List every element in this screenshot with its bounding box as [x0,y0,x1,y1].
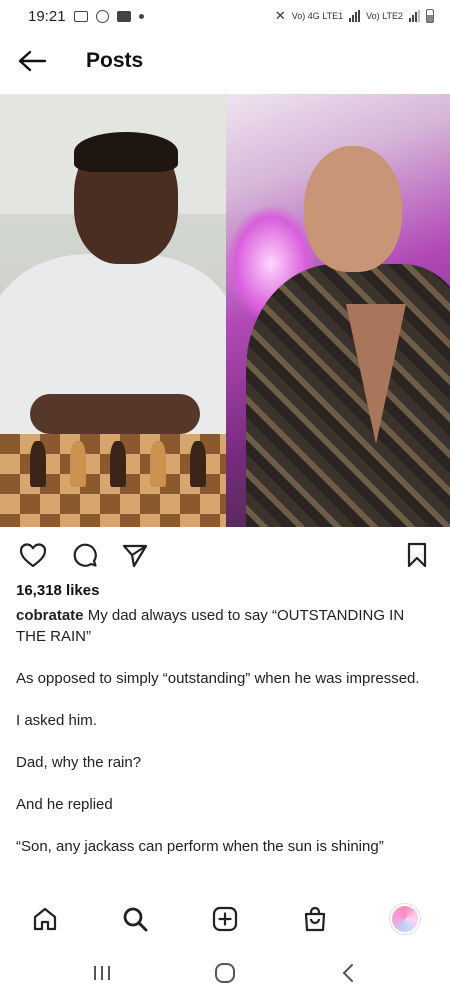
caption-paragraph: And he replied [16,796,113,813]
signal-2-icon [409,10,420,22]
plus-square-icon [212,906,238,932]
comment-icon [73,543,97,567]
chevron-left-icon [342,964,354,982]
back-button[interactable] [2,38,62,84]
message-icon [116,10,131,22]
chess-piece [70,441,86,487]
like-button[interactable] [18,540,48,570]
chess-piece [190,441,206,487]
recents-icon [93,966,110,980]
save-button[interactable] [402,540,432,570]
mute-icon: ✕ [274,8,286,23]
photo-face [304,146,402,272]
post-image-right-man [226,94,450,527]
whatsapp-icon [95,9,109,23]
caption-paragraph: cobratate My dad always used to say “OUT… [16,605,436,647]
caption-paragraph: “Son, any jackass can perform when the s… [16,838,384,855]
send-icon [122,544,148,568]
network-1-label: Vo) 4G LTE1 [291,11,344,21]
home-icon [33,907,57,931]
status-right: ✕ Vo) 4G LTE1 Vo) LTE2 [275,8,434,24]
notification-dot-icon [138,13,144,19]
chess-piece [110,441,126,487]
chess-piece [30,441,46,487]
comment-button[interactable] [70,540,100,570]
heart-icon [19,543,47,568]
status-bar: 19:21 ✕ Vo) 4G LTE1 Vo) LTE2 [0,0,450,32]
bottom-nav [0,897,450,941]
gallery-icon [73,10,88,22]
bookmark-icon [407,542,427,568]
arrow-left-icon [18,50,47,72]
search-icon [123,907,148,932]
caption-username[interactable]: cobratate [16,607,84,624]
status-time: 19:21 [28,7,66,25]
nav-profile[interactable] [383,897,427,941]
network-2-label: Vo) LTE2 [366,11,403,21]
caption-paragraph: Dad, why the rain? [16,754,142,771]
profile-avatar [390,904,420,934]
system-home-button[interactable] [195,953,255,993]
battery-icon [426,9,434,23]
chess-piece [150,441,166,487]
nav-create[interactable] [203,897,247,941]
status-left: 19:21 [28,8,144,25]
photo-arms [30,394,200,434]
share-button[interactable] [120,540,150,570]
system-nav-bar [0,946,450,1000]
shop-bag-icon [304,906,326,932]
post-image-left-chess-player [0,94,226,527]
photo-patterned-shirt [246,264,450,527]
post-image[interactable] [0,94,450,527]
top-header: Posts [0,38,450,84]
recents-button[interactable] [72,953,132,993]
nav-home[interactable] [23,897,67,941]
post-caption: cobratate My dad always used to say “OUT… [16,605,436,878]
home-circle-icon [214,963,235,983]
page-title: Posts [86,49,144,72]
signal-1-icon [349,10,361,22]
caption-paragraph: I asked him. [16,712,97,729]
caption-paragraph: As opposed to simply “outstanding” when … [16,670,420,687]
system-back-button[interactable] [318,953,378,993]
nav-shop[interactable] [293,897,337,941]
nav-search[interactable] [113,897,157,941]
post-actions [0,536,450,572]
likes-count[interactable]: 16,318 likes [16,582,99,599]
photo-hair [74,132,178,172]
